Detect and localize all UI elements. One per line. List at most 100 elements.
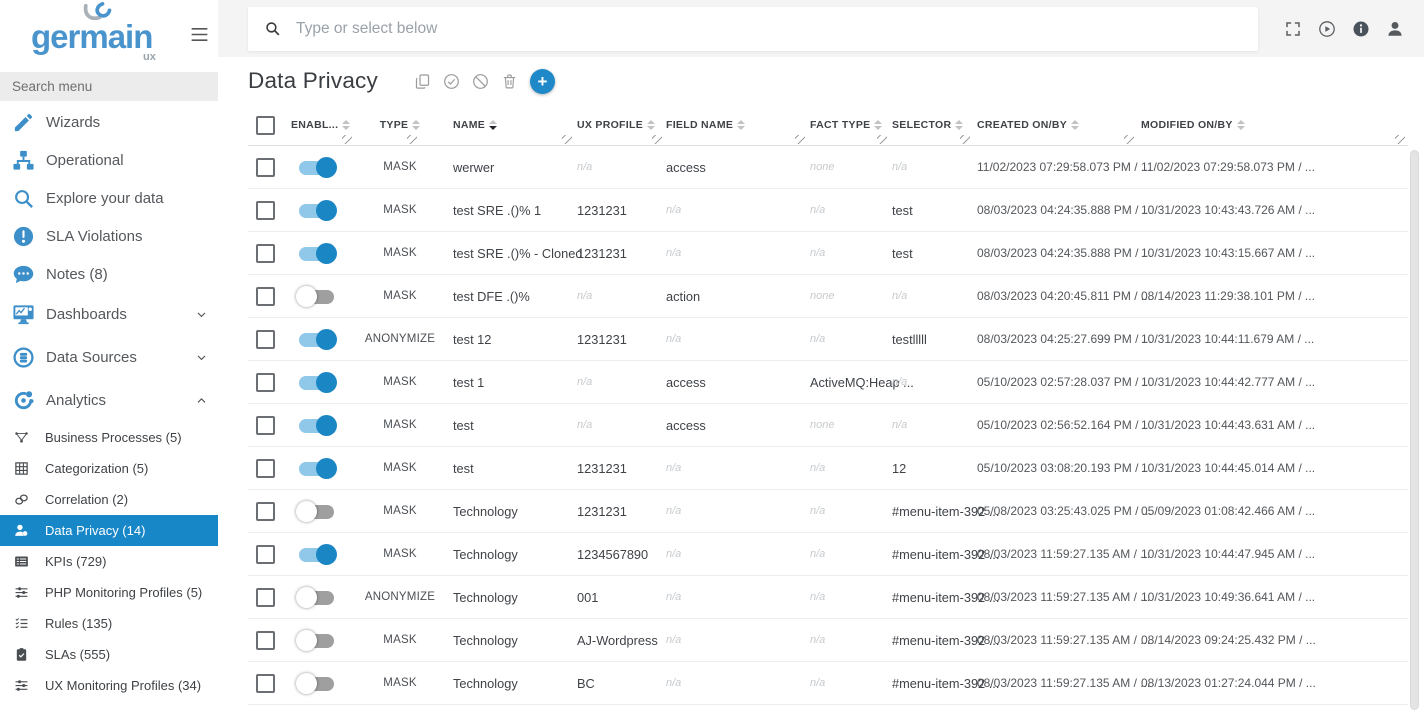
row-checkbox[interactable]	[256, 416, 275, 435]
row-checkbox[interactable]	[256, 674, 275, 693]
enabled-toggle[interactable]	[299, 376, 334, 390]
chevron-down-icon	[195, 351, 208, 364]
row-checkbox-cell	[248, 373, 285, 392]
column-header-selector[interactable]: SELECTOR	[890, 105, 973, 145]
sidebar-item-data-sources[interactable]: Data Sources	[0, 336, 218, 379]
table-row[interactable]: MASK test 1 n/a access ActiveMQ:Heap ...…	[248, 361, 1408, 404]
sidebar-item-notes-8[interactable]: Notes (8)	[0, 255, 218, 293]
row-checkbox[interactable]	[256, 545, 275, 564]
column-resize-handle[interactable]	[407, 135, 417, 144]
user-icon	[1386, 20, 1404, 38]
sidebar-collapse-button[interactable]	[187, 22, 212, 47]
column-resize-handle[interactable]	[342, 135, 352, 144]
column-resize-handle[interactable]	[562, 135, 572, 144]
select-all-checkbox[interactable]	[256, 116, 275, 135]
row-checkbox[interactable]	[256, 588, 275, 607]
vertical-scrollbar-thumb[interactable]	[1410, 150, 1419, 710]
play-button[interactable]	[1318, 20, 1336, 38]
sidebar-item-analytics[interactable]: Analytics	[0, 379, 218, 422]
table-row[interactable]: MASK test SRE .()% 1 1231231 n/a n/a tes…	[248, 189, 1408, 232]
column-header-type[interactable]: TYPE	[380, 105, 421, 145]
enabled-toggle[interactable]	[299, 419, 334, 433]
table-row[interactable]: MASK test 1231231 n/a n/a 12 05/10/2023 …	[248, 447, 1408, 490]
enabled-toggle[interactable]	[299, 591, 334, 605]
sidebar-item-data-privacy-14[interactable]: Data Privacy (14)	[0, 515, 218, 546]
column-resize-handle[interactable]	[1124, 135, 1134, 144]
enabled-toggle[interactable]	[299, 677, 334, 691]
column-header-name[interactable]: NAME	[445, 105, 575, 145]
disable-button[interactable]	[472, 73, 489, 90]
sidebar-item-slas-555[interactable]: SLAs (555)	[0, 639, 218, 670]
copy-button[interactable]	[414, 73, 431, 90]
column-header-created-on-by[interactable]: CREATED ON/BY	[973, 105, 1137, 145]
row-checkbox[interactable]	[256, 459, 275, 478]
enabled-toggle[interactable]	[299, 247, 334, 261]
row-checkbox[interactable]	[256, 201, 275, 220]
sidebar-item-wizards[interactable]: Wizards	[0, 103, 218, 141]
enabled-toggle[interactable]	[299, 161, 334, 175]
table-row[interactable]: MASK Technology 1231231 n/a n/a #menu-it…	[248, 490, 1408, 533]
column-header-ux-profile[interactable]: UX PROFILE	[575, 105, 665, 145]
column-resize-handle[interactable]	[960, 135, 970, 144]
table-row[interactable]: MASK Technology AJ-Wordpress n/a n/a #me…	[248, 619, 1408, 662]
user-button[interactable]	[1386, 20, 1404, 38]
cell-fact-type: n/a	[808, 333, 890, 345]
cell-created-on-by: 08/03/2023 04:24:35.888 PM / ...	[973, 246, 1137, 260]
cell-fact-type: n/a	[808, 204, 890, 216]
enabled-toggle[interactable]	[299, 333, 334, 347]
enabled-toggle[interactable]	[299, 204, 334, 218]
row-checkbox[interactable]	[256, 631, 275, 650]
sidebar-item-dashboards[interactable]: Dashboards	[0, 293, 218, 336]
table-row[interactable]: MASK werwer n/a access none n/a 11/02/20…	[248, 146, 1408, 189]
sidebar-item-correlation-2[interactable]: Correlation (2)	[0, 484, 218, 515]
enabled-toggle[interactable]	[299, 290, 334, 304]
column-resize-handle[interactable]	[877, 135, 887, 144]
column-header-fact-type[interactable]: FACT TYPE	[808, 105, 890, 145]
add-button[interactable]: +	[530, 69, 555, 94]
sidebar-item-label: Operational	[46, 152, 124, 169]
menu-search-input[interactable]	[0, 72, 218, 101]
sidebar-item-kpis-729[interactable]: KPIs (729)	[0, 546, 218, 577]
sidebar-item-business-processes-5[interactable]: Business Processes (5)	[0, 422, 218, 453]
enabled-toggle[interactable]	[299, 462, 334, 476]
column-resize-handle[interactable]	[1395, 135, 1405, 144]
table-row[interactable]: MASK test DFE .()% n/a action none n/a 0…	[248, 275, 1408, 318]
sidebar-item-operational[interactable]: Operational	[0, 141, 218, 179]
global-search-input[interactable]	[294, 19, 1258, 39]
table-row[interactable]: MASK test SRE .()% - Cloned 1231231 n/a …	[248, 232, 1408, 275]
table-row[interactable]: ANONYMIZE Technology 001 n/a n/a #menu-i…	[248, 576, 1408, 619]
sidebar-item-rules-135[interactable]: Rules (135)	[0, 608, 218, 639]
delete-button[interactable]	[501, 73, 518, 90]
table-row[interactable]: MASK Technology 1234567890 n/a n/a #menu…	[248, 533, 1408, 576]
global-search[interactable]	[248, 7, 1258, 51]
enabled-toggle[interactable]	[299, 505, 334, 519]
info-button[interactable]	[1352, 20, 1370, 38]
row-checkbox[interactable]	[256, 502, 275, 521]
column-header-enabled[interactable]: ENABL...	[285, 105, 355, 145]
sidebar-item-php-monitoring-profiles-5[interactable]: PHP Monitoring Profiles (5)	[0, 577, 218, 608]
row-checkbox[interactable]	[256, 373, 275, 392]
enabled-toggle[interactable]	[299, 548, 334, 562]
enabled-toggle[interactable]	[299, 634, 334, 648]
table-row[interactable]: ANONYMIZE test 12 1231231 n/a n/a testll…	[248, 318, 1408, 361]
column-header-field-name[interactable]: FIELD NAME	[665, 105, 808, 145]
row-checkbox[interactable]	[256, 158, 275, 177]
alert-circle-icon	[12, 225, 35, 248]
sidebar-item-sla-violations[interactable]: SLA Violations	[0, 217, 218, 255]
column-resize-handle[interactable]	[652, 135, 662, 144]
row-checkbox[interactable]	[256, 330, 275, 349]
table-row[interactable]: MASK test n/a access none n/a 05/10/2023…	[248, 404, 1408, 447]
approve-button[interactable]	[443, 73, 460, 90]
column-resize-handle[interactable]	[795, 135, 805, 144]
sidebar-item-categorization-5[interactable]: Categorization (5)	[0, 453, 218, 484]
sidebar-item-explore-your-data[interactable]: Explore your data	[0, 179, 218, 217]
row-checkbox[interactable]	[256, 287, 275, 306]
column-header-modified-on-by[interactable]: MODIFIED ON/BY	[1137, 105, 1408, 145]
fullscreen-button[interactable]	[1284, 20, 1302, 38]
row-checkbox[interactable]	[256, 244, 275, 263]
row-checkbox-cell	[248, 416, 285, 435]
topbar-icons	[1268, 20, 1404, 38]
sidebar-item-ux-monitoring-profiles-34[interactable]: UX Monitoring Profiles (34)	[0, 670, 218, 694]
analytics-icon	[12, 389, 35, 412]
table-row[interactable]: MASK Technology BC n/a n/a #menu-item-39…	[248, 662, 1408, 705]
